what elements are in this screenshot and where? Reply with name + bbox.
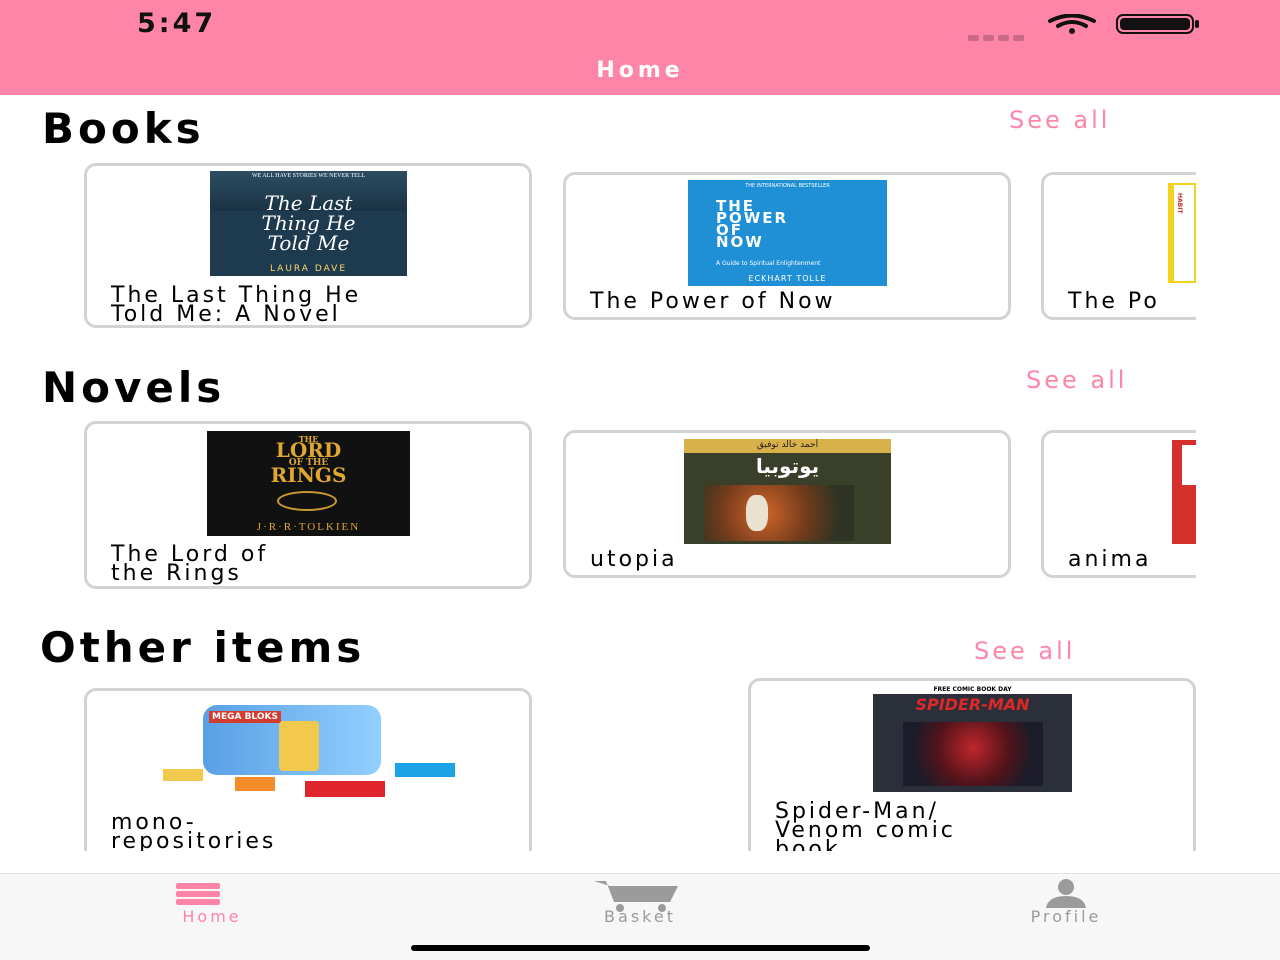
battery-icon — [1116, 14, 1199, 34]
novel-cover-image — [1172, 440, 1196, 544]
tab-basket[interactable]: Basket — [540, 874, 740, 934]
section-title-other-items: Other items — [40, 623, 366, 672]
see-all-other-items-link[interactable]: See all — [974, 637, 1075, 665]
header: 5:47 Home — [0, 0, 1280, 95]
other-items-grid: MEGA BLOKS mono- repositories FREE COMIC… — [0, 678, 1196, 851]
section-title-books: Books — [42, 104, 205, 153]
item-card[interactable]: MEGA BLOKS mono- repositories — [84, 688, 532, 851]
novel-card[interactable]: أحمد خالد توفيق يوتوبيا utopia — [563, 430, 1011, 578]
books-carousel[interactable]: WE ALL HAVE STORIES WE NEVER TELL The La… — [0, 160, 1196, 335]
nav-title: Home — [596, 58, 684, 83]
person-icon — [1046, 879, 1086, 908]
tab-profile[interactable]: Profile — [966, 874, 1166, 934]
novel-card[interactable]: anima — [1041, 430, 1196, 578]
item-card[interactable]: FREE COMIC BOOK DAY SPIDER-MAN Spider-Ma… — [748, 678, 1196, 851]
book-title: The Last Thing He Told Me: A Novel — [111, 283, 362, 327]
novel-title: The Lord of the Rings — [111, 542, 269, 586]
novel-title: utopia — [590, 547, 678, 572]
item-cover-image: FREE COMIC BOOK DAY SPIDER-MAN — [873, 686, 1072, 792]
book-title: The Power of Now — [590, 289, 836, 314]
tab-home-label: Home — [182, 907, 242, 926]
see-all-books-link[interactable]: See all — [1009, 106, 1110, 134]
book-cover-image: THE INTERNATIONAL BESTSELLER THE POWER O… — [688, 180, 887, 286]
cellular-signal-icon — [968, 26, 1030, 41]
stack-icon — [176, 883, 220, 905]
novel-cover-image: THE LORD OF THE RINGS J·R·R·TOLKIEN — [207, 431, 410, 536]
wifi-icon — [1048, 14, 1096, 34]
tab-basket-label: Basket — [604, 907, 676, 926]
book-card[interactable]: HABIT The Po — [1041, 172, 1196, 320]
novels-carousel[interactable]: THE LORD OF THE RINGS J·R·R·TOLKIEN The … — [0, 418, 1196, 593]
novel-card[interactable]: THE LORD OF THE RINGS J·R·R·TOLKIEN The … — [84, 421, 532, 589]
home-indicator — [411, 945, 870, 951]
see-all-novels-link[interactable]: See all — [1026, 366, 1127, 394]
book-cover-image: WE ALL HAVE STORIES WE NEVER TELL The La… — [210, 171, 407, 276]
status-time: 5:47 — [137, 8, 217, 39]
book-card[interactable]: THE INTERNATIONAL BESTSELLER THE POWER O… — [563, 172, 1011, 320]
book-card[interactable]: WE ALL HAVE STORIES WE NEVER TELL The La… — [84, 163, 532, 328]
tab-profile-label: Profile — [1030, 907, 1102, 926]
book-cover-image: HABIT — [1168, 183, 1196, 283]
novel-cover-image: أحمد خالد توفيق يوتوبيا — [684, 439, 891, 544]
section-title-novels: Novels — [42, 363, 226, 412]
novel-title: anima — [1068, 547, 1152, 572]
item-title: mono- repositories — [111, 810, 277, 852]
book-title: The Po — [1068, 289, 1160, 314]
tab-home[interactable]: Home — [112, 874, 312, 934]
item-cover-image: MEGA BLOKS — [159, 701, 459, 801]
item-title: Spider-Man/ Venom comic book — [775, 799, 956, 852]
